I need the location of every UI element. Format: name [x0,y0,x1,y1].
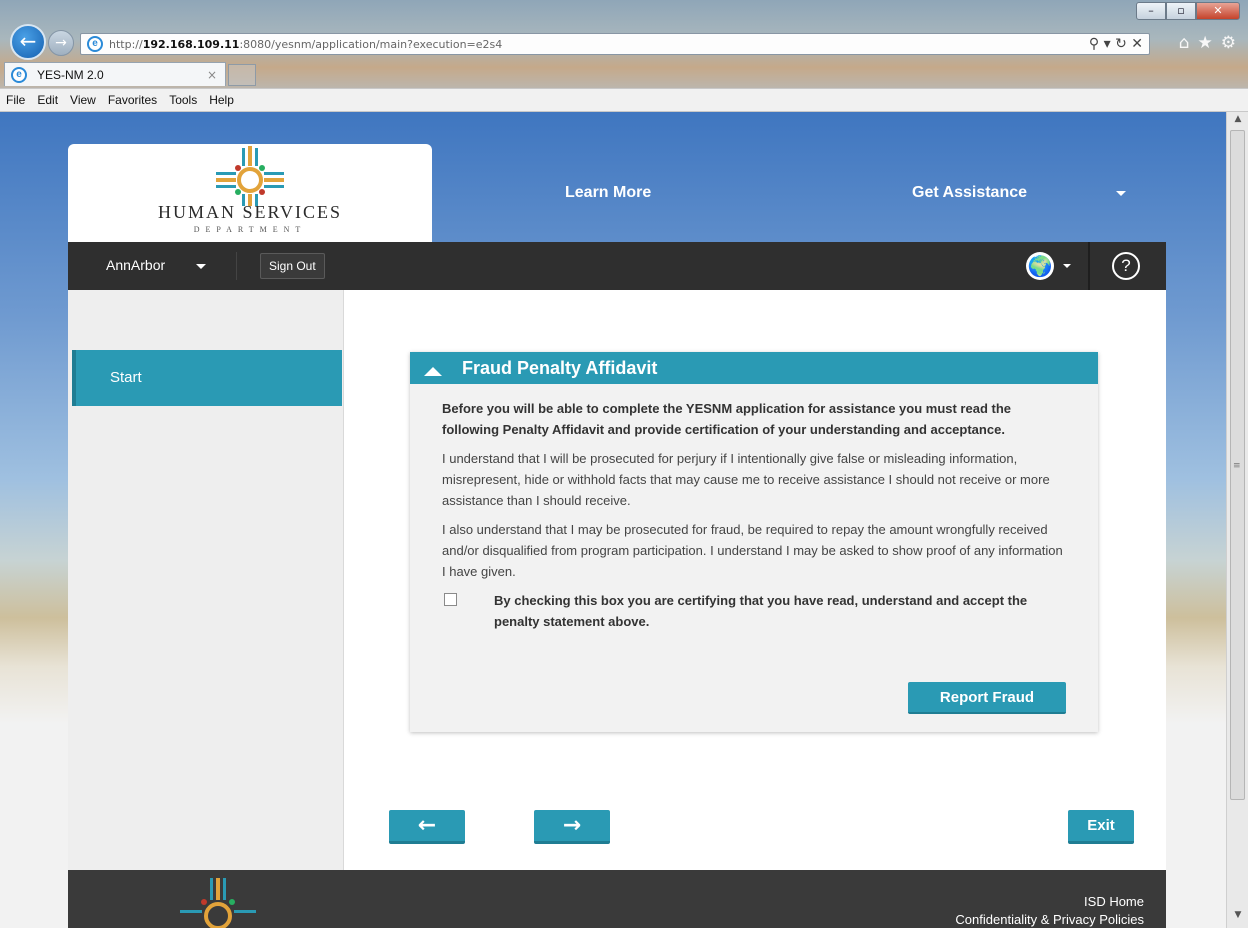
menu-tools[interactable]: Tools [169,93,197,107]
maximize-button[interactable]: ▫ [1166,2,1196,20]
agency-logo-card: HUMAN SERVICES DEPARTMENT [68,144,432,244]
footer-zia-logo-icon [180,878,256,928]
user-menu[interactable]: AnnArbor [106,257,165,273]
certification-row: By checking this box you are certifying … [442,590,1066,632]
main-content: Start Fraud Penalty Affidavit Before you… [68,290,1166,870]
help-icon[interactable]: ? [1112,252,1140,280]
user-caret-icon[interactable] [196,264,206,269]
fraud-penalty-affidavit-panel: Fraud Penalty Affidavit Before you will … [410,352,1098,732]
sidebar-item-start[interactable]: Start [72,350,342,406]
exit-button[interactable]: Exit [1068,810,1134,844]
divider [1088,242,1090,290]
page-footer: ISD Home Confidentiality & Privacy Polic… [68,870,1166,928]
tab-favicon-icon: e [11,66,27,83]
back-arrow-icon[interactable]: ← [10,24,46,60]
zia-sun-logo-icon [216,146,284,206]
grip-icon: ≡ [1233,461,1241,471]
panel-header[interactable]: Fraud Penalty Affidavit [410,352,1098,384]
settings-gear-icon[interactable]: ⚙ [1221,33,1236,53]
logo-title: HUMAN SERVICES [157,202,343,222]
tab-title: YES-NM 2.0 [37,67,104,82]
panel-body: Before you will be able to complete the … [410,384,1098,632]
tab-close-icon[interactable]: × [207,68,217,82]
next-button[interactable]: → [534,810,610,844]
side-navigation: Start [68,290,344,870]
home-icon[interactable]: ⌂ [1179,33,1190,53]
window-controls: – ▫ ✕ [1136,2,1240,20]
menu-file[interactable]: File [6,93,25,107]
favorites-star-icon[interactable]: ★ [1198,33,1213,53]
certification-checkbox[interactable] [444,593,457,606]
scroll-down-icon[interactable]: ▼ [1231,910,1245,924]
url-text: http://192.168.109.11:8080/yesnm/applica… [109,37,503,51]
collapse-triangle-icon[interactable] [424,366,442,376]
new-tab-button[interactable] [228,64,256,86]
logo-subtitle: DEPARTMENT [193,225,307,234]
divider [236,252,237,280]
page-viewport: HUMAN SERVICES DEPARTMENT Learn More Get… [0,112,1226,928]
get-assistance-link[interactable]: Get Assistance [912,184,1027,202]
back-button[interactable]: ← [389,810,465,844]
close-window-button[interactable]: ✕ [1196,2,1240,20]
menu-view[interactable]: View [70,93,96,107]
forward-arrow-icon[interactable]: → [48,30,74,56]
affidavit-paragraph-perjury: I understand that I will be prosecuted f… [442,451,1050,508]
browser-chrome: – ▫ ✕ ← → e http://192.168.109.11:8080/y… [0,0,1248,112]
language-caret-icon[interactable] [1063,264,1071,268]
affidavit-paragraph-fraud: I also understand that I may be prosecut… [442,522,1063,579]
learn-more-link[interactable]: Learn More [565,184,651,202]
certification-label: By checking this box you are certifying … [494,593,1028,629]
menu-edit[interactable]: Edit [37,93,58,107]
user-bar: AnnArbor Sign Out 🌍 ? [68,242,1166,290]
scroll-up-icon[interactable]: ▲ [1231,114,1245,128]
search-refresh-stop-icons[interactable]: ⚲ ▾ ↻ ✕ [1089,36,1143,52]
browser-tab[interactable]: e YES-NM 2.0 × [4,62,226,86]
isd-home-link[interactable]: ISD Home [1084,894,1144,909]
menu-favorites[interactable]: Favorites [108,93,157,107]
privacy-policy-link[interactable]: Confidentiality & Privacy Policies [955,912,1144,927]
chevron-down-icon[interactable] [1116,191,1126,196]
browser-toolbar-icons: ⌂ ★ ⚙ [1179,33,1236,53]
panel-title: Fraud Penalty Affidavit [462,358,658,378]
address-bar[interactable]: e http://192.168.109.11:8080/yesnm/appli… [80,33,1150,55]
language-globe-icon[interactable]: 🌍 [1026,252,1054,280]
menu-bar: File Edit View Favorites Tools Help [0,88,1248,112]
ie-favicon-icon: e [87,36,103,52]
affidavit-intro: Before you will be able to complete the … [442,401,1012,437]
menu-help[interactable]: Help [209,93,234,107]
minimize-button[interactable]: – [1136,2,1166,20]
report-fraud-button[interactable]: Report Fraud [908,682,1066,714]
vertical-scrollbar[interactable]: ▲ ≡ ▼ [1226,112,1248,928]
sign-out-button[interactable]: Sign Out [260,253,325,279]
scroll-thumb[interactable]: ≡ [1230,130,1245,800]
